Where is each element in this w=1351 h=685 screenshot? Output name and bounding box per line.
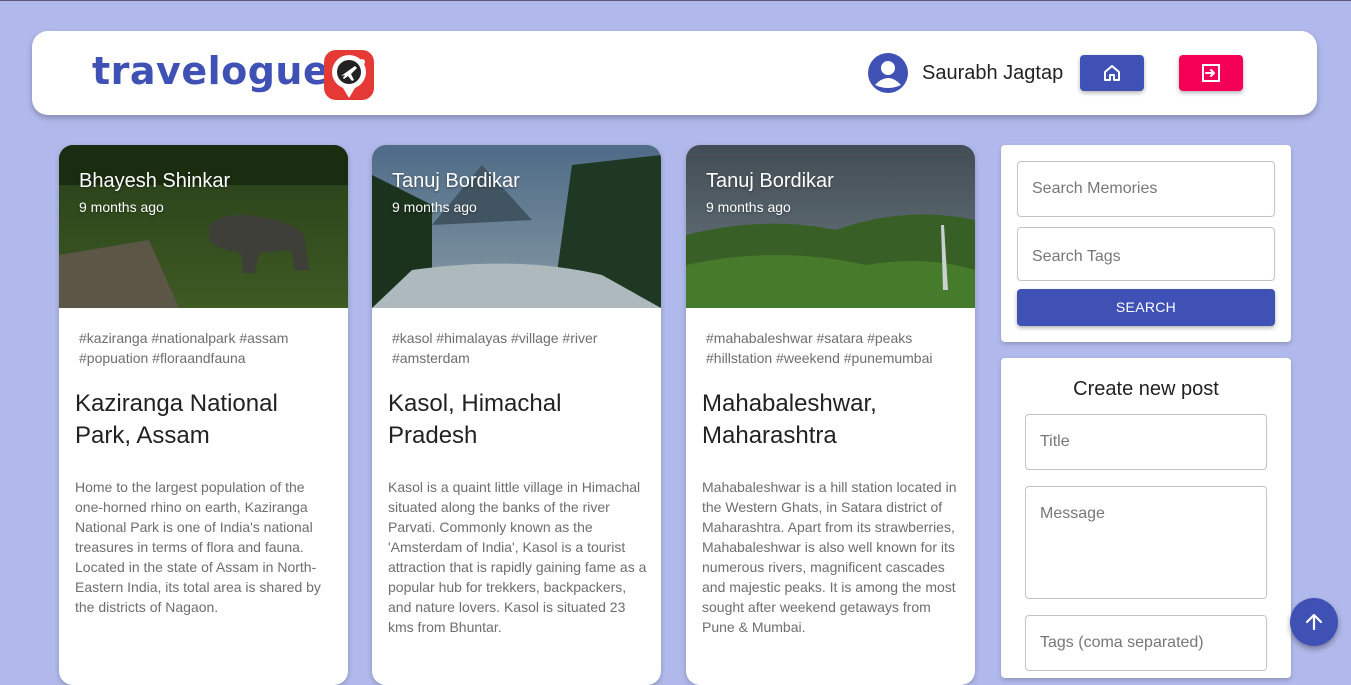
search-button[interactable]: SEARCH [1017,289,1275,326]
post-title: Kasol, Himachal Pradesh [388,390,562,449]
create-post-panel: Create new post Title Message Tags (coma… [1001,358,1291,678]
post-title: Mahabaleshwar, Maharashtra [702,390,877,449]
window-top-border [0,0,1351,1]
post-message: Home to the largest population of the on… [75,479,321,615]
message-input[interactable]: Message [1025,486,1267,599]
post-time: 9 months ago [706,199,791,215]
app-bar: travelogue Saurabh Jagtap [32,31,1317,115]
post-author: Tanuj Bordikar [392,170,520,192]
post-time: 9 months ago [392,199,477,215]
post-author: Tanuj Bordikar [706,170,834,192]
logout-icon [1202,64,1220,82]
post-tags: #kaziranga #nationalpark #assam #popuati… [79,330,289,366]
message-placeholder: Message [1040,505,1105,522]
post-tags: #kasol #himalayas #village #river #amste… [392,330,598,366]
post-card[interactable]: Bhayesh Shinkar 9 months ago #kaziranga … [59,145,348,685]
search-tags-placeholder: Search Tags [1032,248,1121,265]
brand-title[interactable]: travelogue [92,49,329,93]
tags-placeholder: Tags (coma separated) [1040,634,1204,651]
post-time: 9 months ago [79,199,164,215]
post-author: Bhayesh Shinkar [79,170,231,192]
travel-pin-logo-icon [324,50,374,100]
user-name: Saurabh Jagtap [922,62,1064,84]
post-card[interactable]: Tanuj Bordikar 9 months ago #kasol #hima… [372,145,661,685]
scroll-top-button[interactable] [1290,598,1338,646]
search-tags-input[interactable]: Search Tags [1017,227,1275,281]
tags-input[interactable]: Tags (coma separated) [1025,615,1267,671]
create-post-heading: Create new post [1073,378,1219,400]
post-tags: #mahabaleshwar #satara #peaks #hillstati… [706,330,933,366]
title-input[interactable]: Title [1025,414,1267,470]
search-panel: Search Memories Search Tags SEARCH [1001,145,1291,342]
post-message: Mahabaleshwar is a hill station located … [702,479,957,635]
post-card[interactable]: Tanuj Bordikar 9 months ago #mahabaleshw… [686,145,975,685]
post-message: Kasol is a quaint little village in Hima… [388,479,647,635]
home-icon [1104,65,1120,81]
logout-button[interactable] [1179,55,1243,91]
avatar[interactable] [868,53,908,93]
title-placeholder: Title [1040,433,1070,450]
home-button[interactable] [1080,55,1144,91]
search-memories-placeholder: Search Memories [1032,180,1158,197]
search-memories-input[interactable]: Search Memories [1017,161,1275,217]
arrow-up-icon [1305,613,1323,631]
post-title: Kaziranga National Park, Assam [75,390,278,449]
